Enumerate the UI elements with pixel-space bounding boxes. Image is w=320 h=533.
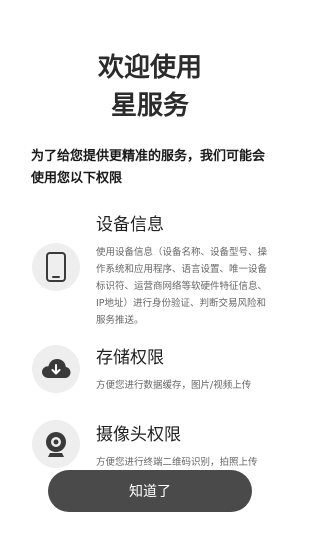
permission-title-storage: 存储权限 xyxy=(96,348,164,368)
permission-title-device: 设备信息 xyxy=(96,215,164,235)
page-title-line2: 星服务 xyxy=(110,91,189,121)
intro-text: 为了给您提供更精准的服务，我们可能会使用您以下权限 xyxy=(31,149,266,186)
confirm-button[interactable]: 知道了 xyxy=(48,470,252,512)
permission-desc-storage: 方便您进行数据缓存，图片/视频上传 xyxy=(96,380,252,391)
camera-icon xyxy=(32,420,80,468)
page-title-line1: 欢迎使用 xyxy=(97,53,202,83)
phone-icon xyxy=(32,243,80,291)
permission-title-camera: 摄像头权限 xyxy=(96,425,181,445)
permission-desc-device: 使用设备信息（设备名称、设备型号、操作系统和应用程序、语言设置、唯一设备标识符、… xyxy=(96,247,268,326)
cloud-download-icon xyxy=(32,345,80,393)
permission-desc-camera: 方便您进行终端二维码识别，拍照上传 xyxy=(96,457,258,468)
